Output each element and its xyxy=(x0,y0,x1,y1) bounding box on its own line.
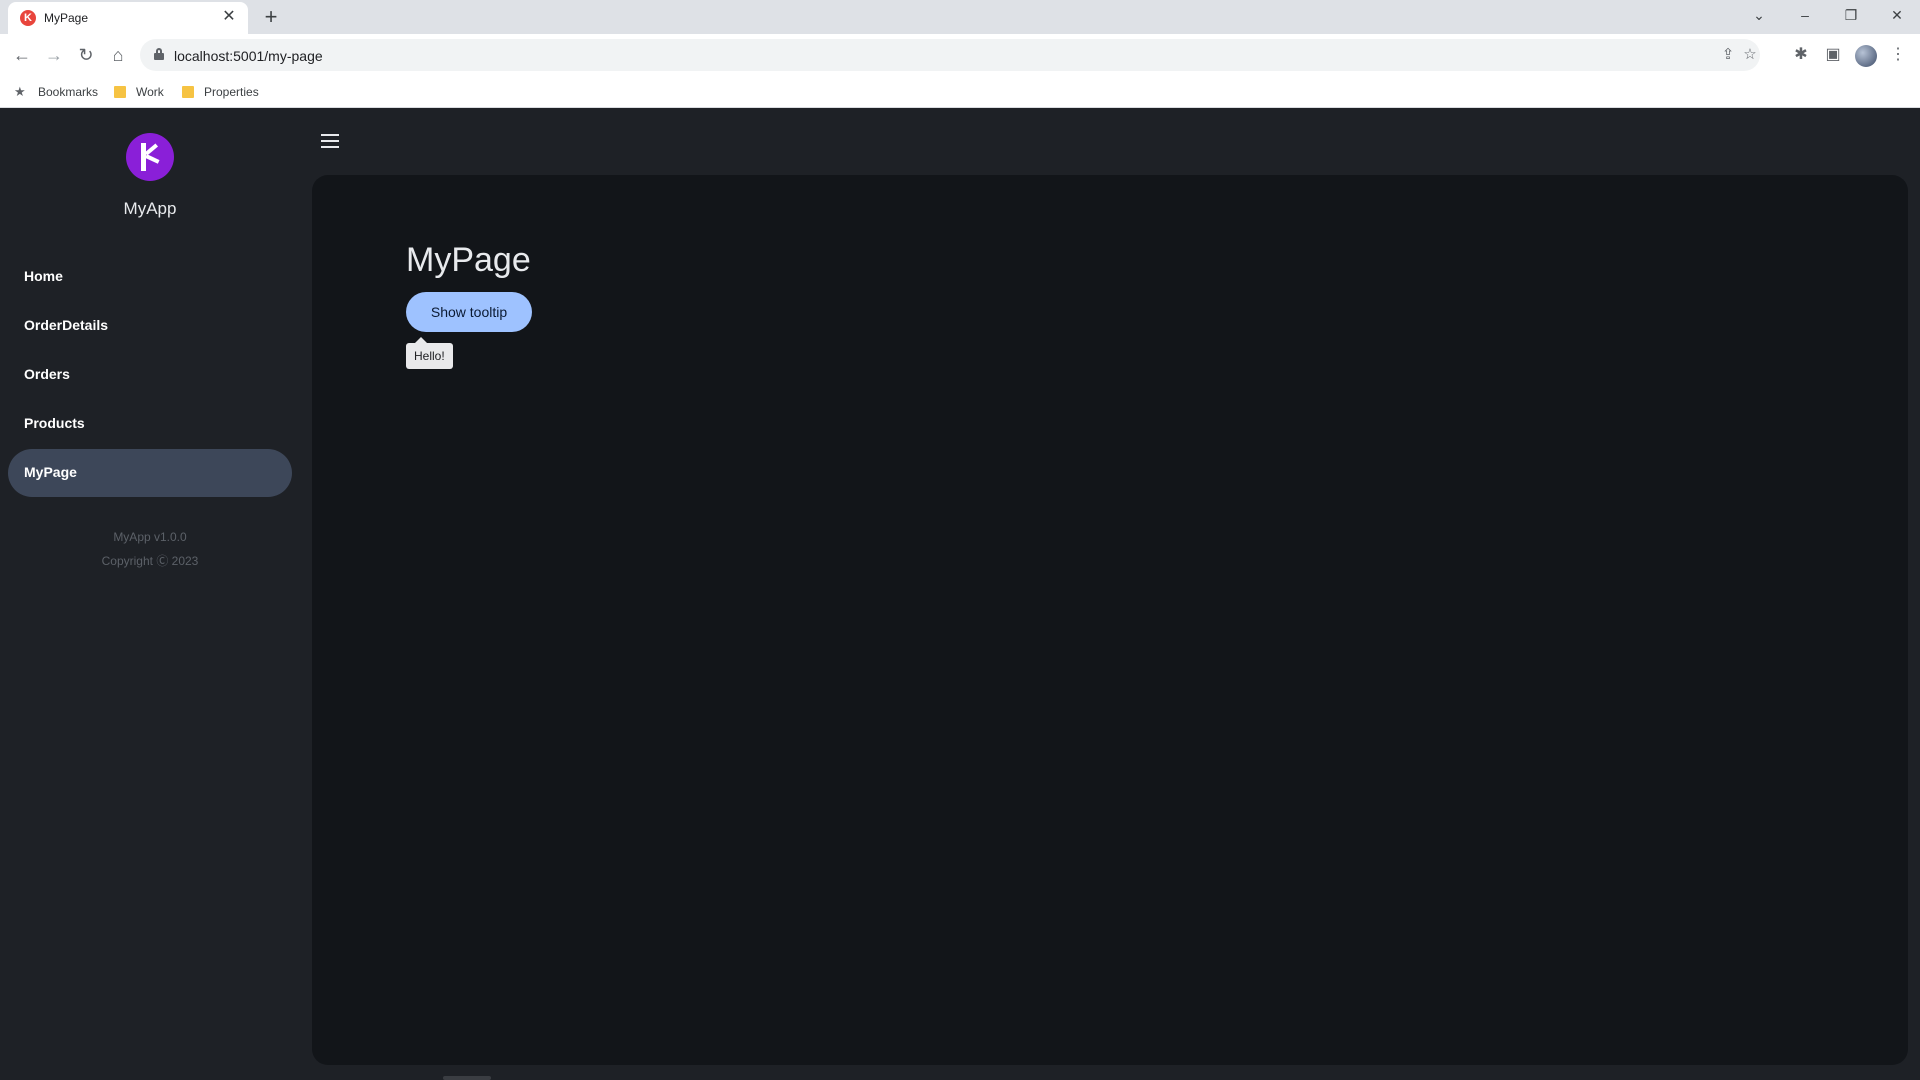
forward-icon[interactable]: → xyxy=(40,41,68,69)
browser-toolbar: ← → ↻ ⌂ localhost:5001/my-page ⇪ ☆ ✱ ▣ ⋮ xyxy=(0,34,1920,76)
app-logo-icon xyxy=(126,133,174,181)
more-menu-icon[interactable]: ⋮ xyxy=(1884,41,1912,69)
bookmark-work[interactable]: Work xyxy=(136,84,164,100)
horizontal-scrollbar[interactable] xyxy=(443,1076,491,1080)
sidebar-item-orders[interactable]: Orders xyxy=(8,351,292,399)
tooltip: Hello! xyxy=(406,343,453,369)
sidebar-item-label: OrderDetails xyxy=(24,317,109,333)
minimize-icon[interactable]: – xyxy=(1782,0,1828,30)
address-bar[interactable]: localhost:5001/my-page ⇪ ☆ xyxy=(140,39,1760,71)
bookmarks-bar: ★ Bookmarks Work Properties xyxy=(0,76,1920,108)
main-content: MyPage Show tooltip Hello! xyxy=(312,175,1908,1065)
tab-title: MyPage xyxy=(44,11,89,25)
sidebar-item-mypage[interactable]: MyPage xyxy=(8,449,292,497)
profile-avatar[interactable] xyxy=(1855,45,1877,67)
browser-tabstrip: K MyPage ✕ + ⌄ – ❐ ✕ xyxy=(0,0,1920,34)
sidebar-item-orderdetails[interactable]: OrderDetails xyxy=(8,302,292,350)
folder-icon xyxy=(114,86,126,98)
home-icon[interactable]: ⌂ xyxy=(104,41,132,69)
tab-search-icon[interactable]: ⌄ xyxy=(1736,0,1782,30)
app-root: MyApp Home OrderDetails Orders Products … xyxy=(0,109,1920,1080)
side-panel-icon[interactable]: ▣ xyxy=(1819,41,1847,69)
sidebar-item-home[interactable]: Home xyxy=(8,253,292,301)
favicon-icon: K xyxy=(20,10,36,26)
bookmark-star-icon[interactable]: ☆ xyxy=(1740,45,1760,65)
sidebar: MyApp Home OrderDetails Orders Products … xyxy=(0,109,300,1080)
bookmark-properties[interactable]: Properties xyxy=(204,84,259,100)
app-version: MyApp v1.0.0 xyxy=(113,530,187,544)
reload-icon[interactable]: ↻ xyxy=(72,41,100,69)
sidebar-item-label: Orders xyxy=(24,366,70,382)
bookmarks-star-icon: ★ xyxy=(14,84,26,99)
sidebar-item-label: Products xyxy=(24,415,85,431)
extensions-icon[interactable]: ✱ xyxy=(1787,41,1815,69)
close-icon[interactable]: ✕ xyxy=(220,8,238,26)
browser-tab[interactable]: K MyPage ✕ xyxy=(8,2,248,34)
app-name: MyApp xyxy=(123,199,177,218)
copyright-text: Copyright Ⓒ 2023 xyxy=(101,554,199,568)
hamburger-menu-icon[interactable] xyxy=(318,129,342,153)
window-close-icon[interactable]: ✕ xyxy=(1874,0,1920,30)
show-tooltip-button[interactable]: Show tooltip xyxy=(406,292,532,332)
sidebar-item-label: MyPage xyxy=(24,464,77,480)
lock-icon xyxy=(154,48,164,60)
share-icon[interactable]: ⇪ xyxy=(1718,45,1738,65)
back-icon[interactable]: ← xyxy=(8,41,36,69)
restore-icon[interactable]: ❐ xyxy=(1828,0,1874,30)
url-text: localhost:5001/my-page xyxy=(174,48,323,64)
new-tab-icon[interactable]: + xyxy=(258,4,284,30)
folder-icon xyxy=(182,86,194,98)
bookmark-bookmarks[interactable]: Bookmarks xyxy=(38,84,98,100)
page-title: MyPage xyxy=(406,241,531,279)
sidebar-item-products[interactable]: Products xyxy=(8,400,292,448)
sidebar-item-label: Home xyxy=(24,268,63,284)
